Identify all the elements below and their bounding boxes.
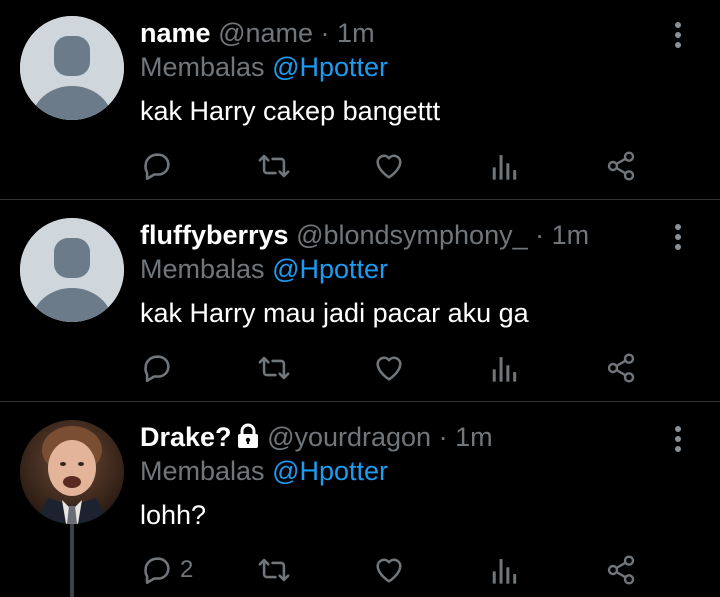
timestamp[interactable]: 1m bbox=[337, 18, 375, 48]
tweet-text: kak Harry cakep bangettt bbox=[140, 96, 441, 126]
mention-link[interactable]: @Hpotter bbox=[272, 456, 388, 486]
tweet-header: Drake? @yourdragon · 1m bbox=[140, 420, 493, 457]
views-icon bbox=[492, 559, 517, 584]
more-icon[interactable] bbox=[670, 424, 686, 458]
replying-to: Membalas @Hpotter bbox=[140, 454, 388, 488]
tweet-header: fluffyberrys @blondsymphony_ · 1m bbox=[140, 218, 589, 252]
share-button[interactable] bbox=[605, 348, 637, 388]
profile-photo bbox=[20, 420, 124, 524]
share-icon bbox=[607, 353, 635, 383]
divider bbox=[0, 199, 720, 200]
tweet-actions: 2 bbox=[0, 550, 720, 590]
retweet-icon bbox=[258, 356, 290, 380]
views-button[interactable] bbox=[490, 550, 520, 590]
replying-to: Membalas @Hpotter bbox=[140, 50, 388, 84]
reply-icon bbox=[144, 557, 170, 585]
retweet-icon bbox=[258, 154, 290, 178]
retweet-button[interactable] bbox=[255, 348, 293, 388]
display-name[interactable]: name bbox=[140, 18, 211, 48]
reply-button[interactable] bbox=[140, 146, 180, 186]
display-name[interactable]: Drake? bbox=[140, 422, 232, 452]
share-icon bbox=[607, 555, 635, 585]
replying-to: Membalas @Hpotter bbox=[140, 252, 388, 286]
separator: · bbox=[438, 422, 448, 452]
reply-count: 2 bbox=[180, 556, 194, 583]
tweet-header: name @name · 1m bbox=[140, 16, 375, 50]
retweet-icon bbox=[258, 558, 290, 582]
lock-icon bbox=[236, 423, 260, 457]
tweet[interactable]: name @name · 1m Membalas @Hpotter kak Ha… bbox=[0, 0, 720, 202]
tweet-text: lohh? bbox=[140, 500, 207, 530]
display-name[interactable]: fluffyberrys bbox=[140, 220, 289, 250]
tweet-actions bbox=[0, 146, 720, 186]
like-icon bbox=[376, 558, 402, 583]
default-avatar-icon bbox=[20, 16, 124, 120]
more-icon[interactable] bbox=[670, 222, 686, 256]
reply-icon bbox=[144, 153, 170, 181]
retweet-button[interactable] bbox=[255, 550, 293, 590]
tweet-text: kak Harry mau jadi pacar aku ga bbox=[140, 298, 529, 328]
timestamp[interactable]: 1m bbox=[552, 220, 590, 250]
like-button[interactable] bbox=[372, 146, 406, 186]
like-button[interactable] bbox=[372, 550, 406, 590]
share-icon bbox=[607, 151, 635, 181]
separator: · bbox=[320, 18, 330, 48]
mention-link[interactable]: @Hpotter bbox=[272, 254, 388, 284]
reply-button[interactable]: 2 bbox=[140, 550, 193, 590]
avatar[interactable] bbox=[20, 16, 124, 120]
views-icon bbox=[492, 357, 517, 382]
reply-icon bbox=[144, 355, 170, 383]
like-icon bbox=[376, 154, 402, 179]
timestamp[interactable]: 1m bbox=[455, 422, 493, 452]
tweet[interactable]: fluffyberrys @blondsymphony_ · 1m Membal… bbox=[0, 202, 720, 404]
user-handle[interactable]: @yourdragon bbox=[267, 422, 431, 452]
more-icon[interactable] bbox=[670, 20, 686, 54]
user-handle[interactable]: @blondsymphony_ bbox=[296, 220, 528, 250]
replying-to-label: Membalas bbox=[140, 456, 265, 486]
like-button[interactable] bbox=[372, 348, 406, 388]
default-avatar-icon bbox=[20, 218, 124, 322]
user-handle[interactable]: @name bbox=[218, 18, 313, 48]
views-icon bbox=[492, 155, 517, 180]
share-button[interactable] bbox=[605, 146, 637, 186]
share-button[interactable] bbox=[605, 550, 637, 590]
like-icon bbox=[376, 356, 402, 381]
tweet[interactable]: Drake? @yourdragon · 1m Membalas @Hpotte… bbox=[0, 404, 720, 597]
retweet-button[interactable] bbox=[255, 146, 293, 186]
views-button[interactable] bbox=[490, 146, 520, 186]
reply-button[interactable] bbox=[140, 348, 180, 388]
replying-to-label: Membalas bbox=[140, 52, 265, 82]
views-button[interactable] bbox=[490, 348, 520, 388]
divider bbox=[0, 401, 720, 402]
mention-link[interactable]: @Hpotter bbox=[272, 52, 388, 82]
avatar[interactable] bbox=[20, 218, 124, 322]
avatar[interactable] bbox=[20, 420, 124, 524]
replying-to-label: Membalas bbox=[140, 254, 265, 284]
separator: · bbox=[535, 220, 545, 250]
tweet-actions bbox=[0, 348, 720, 388]
